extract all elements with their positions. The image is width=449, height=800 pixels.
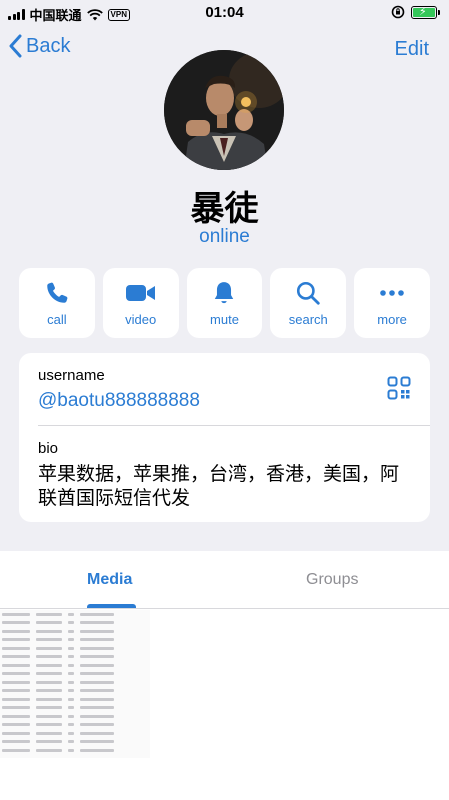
battery-icon: ⚡ bbox=[411, 5, 440, 19]
profile-status: online bbox=[199, 226, 250, 247]
search-label: search bbox=[288, 311, 328, 327]
call-label: call bbox=[47, 311, 67, 327]
bell-icon bbox=[215, 281, 234, 303]
mute-label: mute bbox=[210, 311, 239, 327]
info-card: username @baotu888888888 bio 苹果数据，苹果推，台湾… bbox=[19, 353, 430, 522]
more-icon bbox=[380, 289, 404, 296]
username-label: username bbox=[38, 367, 105, 384]
video-button[interactable]: video bbox=[102, 268, 179, 338]
status-right: ⚡ bbox=[391, 5, 440, 19]
tab-divider bbox=[0, 608, 449, 609]
qr-code-icon[interactable] bbox=[387, 376, 411, 400]
media-thumbnail[interactable] bbox=[0, 610, 150, 758]
edit-button[interactable]: Edit bbox=[395, 38, 429, 61]
action-bar: call video mute search more bbox=[19, 268, 430, 338]
bio-label: bio bbox=[38, 440, 59, 457]
search-button[interactable]: search bbox=[270, 268, 347, 338]
info-divider bbox=[38, 425, 430, 426]
more-label: more bbox=[377, 311, 407, 327]
video-icon bbox=[125, 284, 155, 301]
call-button[interactable]: call bbox=[19, 268, 95, 338]
username-value[interactable]: @baotu888888888 bbox=[38, 390, 200, 412]
orientation-lock-icon bbox=[391, 5, 405, 19]
more-button[interactable]: more bbox=[354, 268, 430, 338]
avatar-image bbox=[164, 50, 284, 170]
video-label: video bbox=[125, 311, 157, 327]
chevron-left-icon bbox=[9, 34, 22, 58]
profile-name: 暴徒 bbox=[190, 190, 259, 228]
back-label: Back bbox=[26, 34, 71, 57]
mute-button[interactable]: mute bbox=[186, 268, 263, 338]
bio-value: 苹果数据，苹果推，台湾，香港，美国，阿联酋国际短信代发 bbox=[38, 464, 400, 509]
tab-groups[interactable]: Groups bbox=[306, 571, 358, 589]
tab-media[interactable]: Media bbox=[87, 571, 132, 589]
status-bar: 中国联通 VPN 01:04 ⚡ bbox=[0, 0, 449, 26]
status-time: 01:04 bbox=[205, 4, 244, 21]
phone-icon bbox=[47, 282, 68, 303]
avatar[interactable] bbox=[164, 50, 284, 170]
media-section: Media Groups bbox=[0, 551, 449, 800]
search-icon bbox=[297, 281, 320, 305]
back-button[interactable]: Back bbox=[8, 34, 70, 58]
